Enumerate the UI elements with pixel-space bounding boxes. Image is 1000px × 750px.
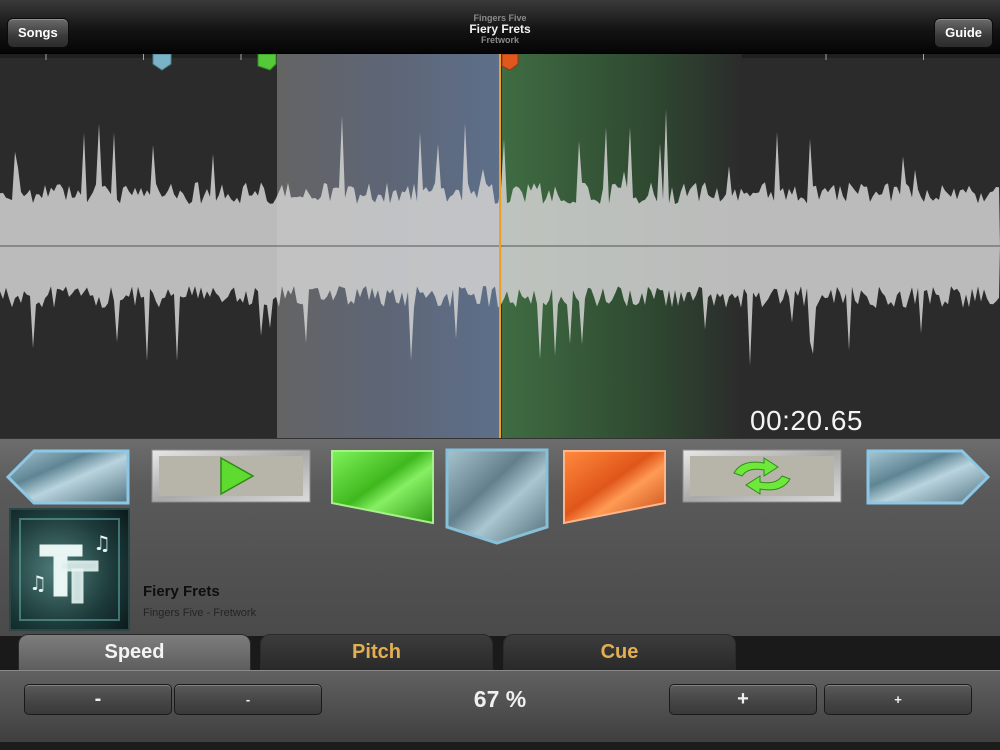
play-button[interactable] <box>151 449 311 503</box>
right-arrow-icon <box>866 449 990 505</box>
top-navigation-bar: Songs Fingers Five Fiery Frets Fretwork … <box>0 0 1000 54</box>
loop-start-flag[interactable] <box>257 54 277 71</box>
speed-value: 67 % <box>473 686 527 712</box>
forward-button[interactable] <box>866 449 990 505</box>
waveform-view[interactable]: 20 00:20.65 <box>0 54 1000 438</box>
now-playing-title: Fiery Frets <box>143 583 220 600</box>
tab-speed[interactable]: Speed <box>18 634 251 672</box>
green-marker-icon <box>331 450 434 525</box>
orange-marker-icon <box>563 450 666 525</box>
svg-text:♫: ♫ <box>29 571 47 595</box>
waveform-canvas[interactable]: 20 <box>0 54 1000 438</box>
time-readout: 00:20.65 <box>750 405 863 436</box>
album-name: Fretwork <box>480 35 519 45</box>
loop-end-marker-button[interactable] <box>562 449 667 525</box>
track-title-block: Fingers Five Fiery Frets Fretwork <box>300 14 700 45</box>
speed-increase-small-button[interactable]: + <box>824 684 972 715</box>
speed-increase-large-button[interactable]: + <box>669 684 817 715</box>
tab-pitch[interactable]: Pitch <box>260 634 493 670</box>
svg-text:♫: ♫ <box>93 531 111 555</box>
guide-button[interactable]: Guide <box>934 18 993 48</box>
now-playing-subtitle: Fingers Five - Fretwork <box>143 607 257 619</box>
position-marker-flag[interactable] <box>152 54 172 71</box>
speed-decrease-small-button[interactable]: - <box>174 684 322 715</box>
loop-toggle-button[interactable] <box>682 449 842 503</box>
blue-marker-icon <box>445 448 549 545</box>
repeat-icon <box>682 449 842 503</box>
play-icon <box>151 449 311 503</box>
loop-start-marker-button[interactable] <box>330 449 435 525</box>
songs-button[interactable]: Songs <box>7 18 69 48</box>
speed-panel: - - 67 % + + <box>0 670 1000 742</box>
bottom-edge <box>0 742 1000 750</box>
position-marker-button[interactable] <box>444 447 550 545</box>
adjustment-tabs: Speed Pitch Cue <box>0 632 1000 672</box>
logo-icon: ♫ ♫ <box>29 531 111 604</box>
transport-controls: ♫ ♫ Fiery Frets Fingers Five - Fretwork <box>0 438 1000 636</box>
speed-decrease-large-button[interactable]: - <box>24 684 172 715</box>
album-art: ♫ ♫ <box>9 508 130 631</box>
left-arrow-icon <box>6 449 130 505</box>
rewind-button[interactable] <box>6 449 130 505</box>
tab-cue[interactable]: Cue <box>503 634 736 670</box>
